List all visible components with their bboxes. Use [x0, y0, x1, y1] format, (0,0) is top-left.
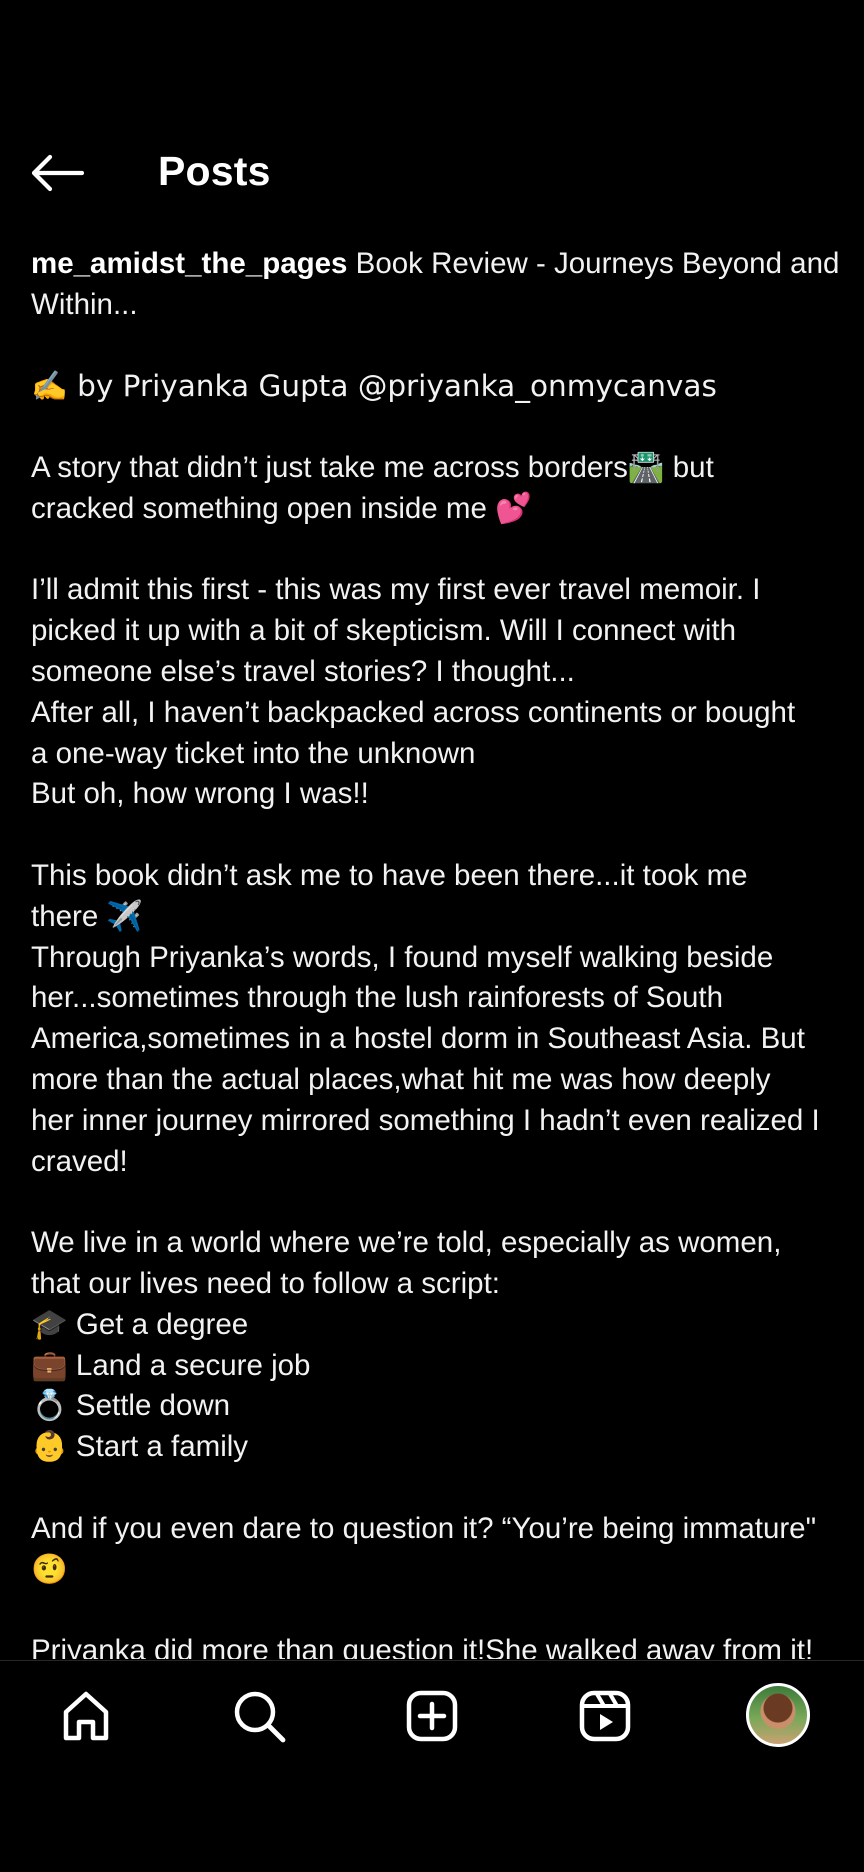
- caption-line: craved!: [31, 1144, 128, 1178]
- caption-list-item: 🎓 Get a degree: [31, 1307, 249, 1341]
- caption-line: I’ll admit this first - this was my firs…: [31, 573, 761, 607]
- create-post-icon: [406, 1690, 458, 1742]
- caption-line: Priyanka did more than question it!She w…: [31, 1634, 814, 1659]
- caption-title-line: me_amidst_the_pages Book Review - Journe…: [31, 244, 841, 326]
- post-username[interactable]: me_amidst_the_pages: [31, 247, 347, 280]
- caption-line: more than the actual places,what hit me …: [31, 1062, 771, 1096]
- reels-icon: [579, 1690, 631, 1742]
- nav-home-button[interactable]: [53, 1683, 119, 1749]
- home-icon: [63, 1691, 109, 1741]
- nav-reels-button[interactable]: [572, 1683, 638, 1749]
- caption-line: America,sometimes in a hostel dorm in So…: [31, 1022, 805, 1056]
- nav-search-button[interactable]: [226, 1683, 292, 1749]
- caption-line: cracked something open inside me 💕: [31, 491, 532, 525]
- profile-avatar: [746, 1683, 810, 1747]
- caption-line: This book didn’t ask me to have been the…: [31, 858, 748, 892]
- nav-profile-button[interactable]: [744, 1681, 812, 1749]
- caption-line: 🤨: [31, 1552, 68, 1586]
- nav-create-button[interactable]: [399, 1683, 465, 1749]
- caption-list-item: 👶 Start a family: [31, 1430, 249, 1464]
- page-title: Posts: [158, 148, 271, 194]
- caption-line: someone else’s travel stories? I thought…: [31, 654, 575, 688]
- caption-line: After all, I haven’t backpacked across c…: [31, 695, 796, 729]
- caption-line: A story that didn’t just take me across …: [31, 450, 714, 484]
- post-caption: me_amidst_the_pages Book Review - Journe…: [31, 244, 841, 1659]
- caption-line: And if you even dare to question it? “Yo…: [31, 1511, 817, 1545]
- caption-author-line: ✍️ by Priyanka Gupta @priyanka_onmycanva…: [31, 369, 717, 404]
- post-caption-area[interactable]: me_amidst_the_pages Book Review - Journe…: [31, 244, 841, 1659]
- caption-line: that our lives need to follow a script:: [31, 1266, 500, 1300]
- caption-list-item: 💍 Settle down: [31, 1389, 231, 1423]
- caption-list-item: 💼 Land a secure job: [31, 1348, 311, 1382]
- caption-line: We live in a world where we’re told, esp…: [31, 1226, 782, 1260]
- caption-line: her...sometimes through the lush rainfor…: [31, 981, 723, 1015]
- caption-line: But oh, how wrong I was!!: [31, 777, 369, 811]
- caption-line: a one-way ticket into the unknown: [31, 736, 476, 770]
- caption-line: Through Priyanka’s words, I found myself…: [31, 940, 774, 974]
- caption-line: her inner journey mirrored something I h…: [31, 1103, 820, 1137]
- header: Posts: [0, 130, 864, 214]
- caption-line: there ✈️: [31, 899, 144, 933]
- caption-line: picked it up with a bit of skepticism. W…: [31, 614, 736, 648]
- bottom-navigation-bar: [0, 1660, 864, 1767]
- screen: Posts me_amidst_the_pages Book Review - …: [0, 0, 864, 1872]
- back-button[interactable]: [26, 146, 88, 200]
- back-arrow-icon: [31, 154, 84, 192]
- search-icon: [234, 1691, 286, 1743]
